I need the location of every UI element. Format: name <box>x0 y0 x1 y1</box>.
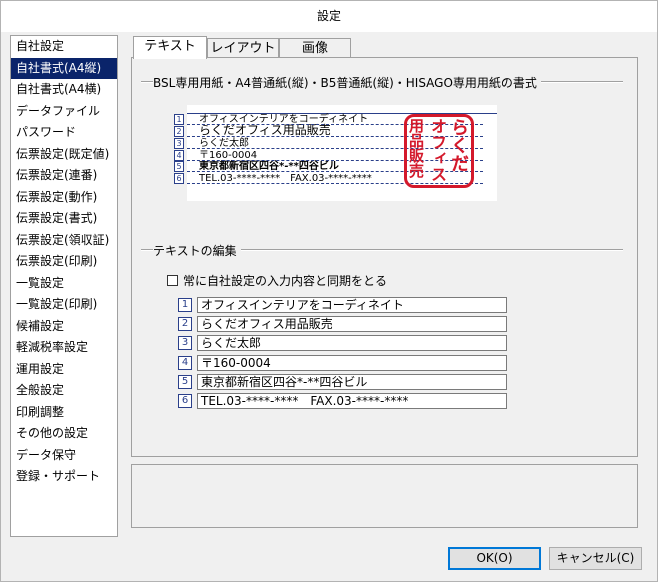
sidebar-item[interactable]: 一覧設定(印刷) <box>11 294 117 316</box>
sync-checkbox[interactable] <box>167 275 178 286</box>
sidebar-item[interactable]: 軽減税率設定 <box>11 337 117 359</box>
field-number: 2 <box>178 317 192 332</box>
sidebar-item[interactable]: データファイル <box>11 101 117 123</box>
preview-line-number: 6 <box>174 173 184 184</box>
text-line-2-input[interactable]: らくだオフィス用品販売 <box>197 316 507 333</box>
preview-line-number: 5 <box>174 161 184 172</box>
text-line-5-input[interactable]: 東京都新宿区四谷*-**四谷ビル <box>197 373 507 390</box>
sidebar-item[interactable]: 自社書式(A4横) <box>11 79 117 101</box>
sidebar-item[interactable]: 運用設定 <box>11 359 117 381</box>
format-preview: 6 TEL.03-****-**** FAX.03-****-**** 5 東京都新宿… <box>174 105 497 201</box>
sidebar-item[interactable]: 伝票設定(印刷) <box>11 251 117 273</box>
text-line-1-input[interactable]: オフィスインテリアをコーディネイト <box>197 297 507 313</box>
sidebar-item[interactable]: 伝票設定(既定値) <box>11 144 117 166</box>
sidebar-item[interactable]: 一覧設定 <box>11 273 117 295</box>
preview-line-number: 4 <box>174 150 184 161</box>
text-line-4-input[interactable]: 〒160-0004 <box>197 354 507 371</box>
preview-line-number: 2 <box>174 126 184 137</box>
tab-layout[interactable]: レイアウト <box>207 38 279 58</box>
preview-line-number: 1 <box>174 114 184 125</box>
text-line-3-input[interactable]: らくだ太郎 <box>197 335 507 352</box>
sidebar-item[interactable]: 印刷調整 <box>11 402 117 424</box>
ok-button[interactable]: OK(O) <box>448 547 541 570</box>
sidebar-item[interactable]: 全般設定 <box>11 380 117 402</box>
stamp-text-col1: らくだ <box>448 118 469 172</box>
field-number: 3 <box>178 336 192 351</box>
preview-group-label: BSL専用用紙・A4普通紙(縦)・B5普通紙(縦)・HISAGO専用用紙の書式 <box>153 74 541 91</box>
company-stamp: らくだ オフィス 用品販売 <box>404 114 474 188</box>
field-number: 6 <box>178 394 192 408</box>
field-number: 1 <box>178 298 192 312</box>
settings-category-list[interactable]: 自社設定 自社書式(A4縦) 自社書式(A4横) データファイル パスワード 伝票設定(既… <box>10 35 118 537</box>
sidebar-item[interactable]: 自社設定 <box>11 36 117 58</box>
stamp-text-col2: オフィス <box>428 118 447 182</box>
sidebar-item[interactable]: 伝票設定(領収証) <box>11 230 117 252</box>
field-number: 4 <box>178 355 192 370</box>
field-number: 5 <box>178 374 192 389</box>
preview-line-text: らくだオフィス用品販売 <box>199 123 331 137</box>
sync-checkbox-label: 常に自社設定の入力内容と同期をとる <box>183 274 388 288</box>
window-title: 設定 <box>1 1 657 32</box>
sidebar-item[interactable]: その他の設定 <box>11 423 117 445</box>
text-line-6-input[interactable]: TEL.03-****-**** FAX.03-****-**** <box>197 393 507 409</box>
sidebar-item[interactable]: 伝票設定(動作) <box>11 187 117 209</box>
tab-image[interactable]: 画像 <box>279 38 351 58</box>
edit-group-label: テキストの編集 <box>153 242 241 259</box>
sidebar-item[interactable]: パスワード <box>11 122 117 144</box>
description-box <box>131 464 638 528</box>
sidebar-item[interactable]: データ保守 <box>11 445 117 467</box>
cancel-button[interactable]: キャンセル(C) <box>549 547 642 570</box>
sidebar-item[interactable]: 自社書式(A4縦) <box>11 57 117 79</box>
sidebar-item[interactable]: 伝票設定(書式) <box>11 208 117 230</box>
sidebar-item[interactable]: 伝票設定(連番) <box>11 165 117 187</box>
settings-window: 設定 自社設定 自社書式(A4縦) 自社書式(A4横) データファイル パスワード 伝票設… <box>0 0 658 582</box>
stamp-text-col3: 用品販売 <box>407 118 425 178</box>
tab-panel-text: BSL専用用紙・A4普通紙(縦)・B5普通紙(縦)・HISAGO専用用紙の書式 … <box>131 57 638 457</box>
preview-line-number: 3 <box>174 138 184 149</box>
tab-text[interactable]: テキスト <box>133 36 207 59</box>
sidebar-item[interactable]: 登録・サポート <box>11 466 117 488</box>
sidebar-item[interactable]: 候補設定 <box>11 316 117 338</box>
